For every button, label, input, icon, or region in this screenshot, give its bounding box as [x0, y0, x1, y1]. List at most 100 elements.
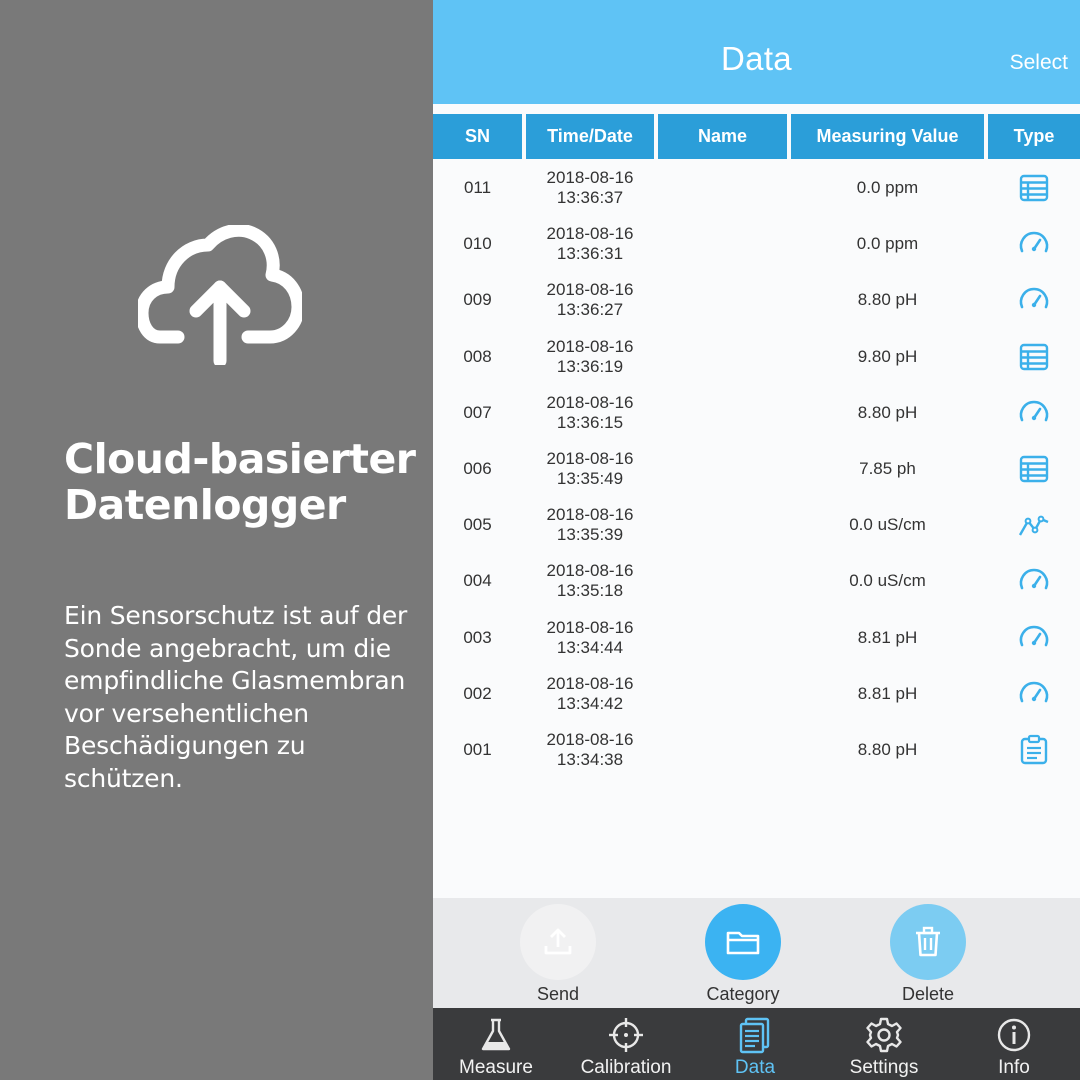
cell-date: 2018-08-16: [546, 617, 634, 637]
cell-time-date: 2018-08-16 13:34:42: [526, 666, 654, 722]
flask-icon: [477, 1016, 515, 1054]
table-row[interactable]: 006 2018-08-16 13:35:49 7.85 ph: [433, 441, 1080, 497]
cell-time-date: 2018-08-16 13:34:44: [526, 610, 654, 666]
clipboard-icon: [1017, 733, 1051, 767]
promo-title: Cloud-basierter Datenlogger: [64, 436, 436, 528]
cell-name: [658, 385, 787, 441]
cell-type: [988, 553, 1080, 609]
cell-type: [988, 216, 1080, 272]
table-row[interactable]: 004 2018-08-16 13:35:18 0.0 uS/cm: [433, 553, 1080, 609]
table-row[interactable]: 005 2018-08-16 13:35:39 0.0 uS/cm: [433, 497, 1080, 553]
tab-label: Calibration: [580, 1057, 672, 1078]
cell-date: 2018-08-16: [546, 392, 634, 412]
tab-info[interactable]: Info: [949, 1008, 1079, 1080]
cell-name: [658, 610, 787, 666]
app-screen: Data Select SN Time/Date Name Measuring …: [433, 0, 1080, 1080]
cell-type: [988, 722, 1080, 778]
cell-sn: 009: [463, 290, 492, 310]
gauge-icon: [1017, 677, 1051, 711]
cell-measuring-value: 0.0 uS/cm: [849, 571, 926, 591]
cell-sn: 011: [463, 178, 492, 197]
cell-measuring-value: 7.85 ph: [859, 459, 916, 478]
cell-date: 2018-08-16: [546, 505, 634, 525]
select-button[interactable]: Select: [1010, 51, 1068, 75]
cell-time-date: 2018-08-16 13:36:19: [526, 329, 654, 385]
cell-time: 13:35:18: [556, 581, 624, 601]
cell-name: [658, 666, 787, 722]
table-row[interactable]: 002 2018-08-16 13:34:42 8.81 pH: [433, 666, 1080, 722]
folder-icon: [705, 904, 781, 980]
cell-time: 13:35:39: [556, 525, 624, 545]
cell-type: [988, 329, 1080, 385]
gauge-icon: [1017, 564, 1051, 598]
cell-time-date: 2018-08-16 13:34:38: [526, 722, 654, 778]
table-row[interactable]: 011 2018-08-16 13:36:37 0.0 ppm: [433, 160, 1080, 216]
cell-type: [988, 666, 1080, 722]
tab-measure[interactable]: Measure: [433, 1008, 561, 1080]
tab-label: Info: [998, 1057, 1030, 1078]
cell-measuring-value: 9.80 pH: [857, 346, 918, 366]
cell-sn: 001: [463, 740, 492, 759]
table-row[interactable]: 007 2018-08-16 13:36:15 8.80 pH: [433, 385, 1080, 441]
table-row[interactable]: 008 2018-08-16 13:36:19 9.80 pH: [433, 329, 1080, 385]
table-row[interactable]: 003 2018-08-16 13:34:44 8.81 pH: [433, 610, 1080, 666]
cell-type: [988, 272, 1080, 328]
cell-name: [658, 329, 787, 385]
tab-calibration[interactable]: Calibration: [561, 1008, 691, 1080]
cell-type: [988, 610, 1080, 666]
cell-date: 2018-08-16: [546, 336, 634, 356]
cell-measuring-value: 8.80 pH: [857, 290, 918, 310]
send-button[interactable]: Send: [488, 904, 628, 1004]
action-label: Category: [706, 984, 780, 1004]
cell-type: [988, 385, 1080, 441]
table-row[interactable]: 001 2018-08-16 13:34:38 8.80 pH: [433, 722, 1080, 778]
cell-time-date: 2018-08-16 13:36:37: [526, 160, 654, 216]
cell-date: 2018-08-16: [546, 280, 634, 300]
cell-name: [658, 160, 787, 216]
tab-settings[interactable]: Settings: [819, 1008, 949, 1080]
cell-sn: 005: [463, 515, 492, 535]
cell-time-date: 2018-08-16 13:36:15: [526, 385, 654, 441]
column-header-name[interactable]: Name: [658, 114, 787, 159]
promo-description: Ein Sensorschutz ist auf der Sonde angeb…: [64, 601, 408, 793]
tab-bar: Measure Calibration Data Settings Info: [433, 1008, 1080, 1080]
category-button[interactable]: Category: [673, 904, 813, 1004]
cell-date: 2018-08-16: [546, 449, 634, 468]
trash-icon: [890, 904, 966, 980]
cell-time: 13:35:49: [556, 469, 624, 488]
table-icon: [1017, 340, 1051, 374]
cell-measuring-value: 8.81 pH: [857, 683, 918, 703]
tab-data[interactable]: Data: [690, 1008, 820, 1080]
header-bar: Data Select: [433, 0, 1080, 104]
cell-name: [658, 497, 787, 553]
tab-label: Settings: [849, 1057, 919, 1078]
upload-icon: [520, 904, 596, 980]
delete-button[interactable]: Delete: [858, 904, 998, 1004]
page-title: Data: [721, 40, 792, 77]
column-header-sn[interactable]: SN: [433, 114, 522, 159]
table-row[interactable]: 010 2018-08-16 13:36:31 0.0 ppm: [433, 216, 1080, 272]
cell-measuring-value: 8.80 pH: [857, 740, 918, 759]
action-bar: Send Category Delete: [433, 898, 1080, 1008]
table-row[interactable]: 009 2018-08-16 13:36:27 8.80 pH: [433, 272, 1080, 328]
crosshair-icon: [607, 1016, 645, 1054]
cell-time: 13:36:19: [556, 356, 624, 376]
cloud-upload-icon: [138, 225, 302, 365]
cell-measuring-value: 0.0 ppm: [856, 178, 919, 197]
table-header: SN Time/Date Name Measuring Value Type: [433, 114, 1080, 159]
cell-date: 2018-08-16: [546, 730, 634, 749]
cell-sn: 010: [463, 234, 492, 254]
cell-time: 13:36:31: [556, 244, 624, 264]
cell-time: 13:34:38: [556, 750, 624, 769]
cell-time: 13:34:44: [556, 637, 624, 657]
table-icon: [1017, 171, 1051, 205]
cell-name: [658, 722, 787, 778]
gauge-icon: [1017, 621, 1051, 655]
gauge-icon: [1017, 396, 1051, 430]
gear-icon: [865, 1016, 903, 1054]
column-header-time-date[interactable]: Time/Date: [526, 114, 654, 159]
cell-time-date: 2018-08-16 13:35:49: [526, 441, 654, 497]
column-header-measuring-value[interactable]: Measuring Value: [791, 114, 984, 159]
column-header-type[interactable]: Type: [988, 114, 1080, 159]
cell-measuring-value: 8.81 pH: [857, 627, 918, 647]
